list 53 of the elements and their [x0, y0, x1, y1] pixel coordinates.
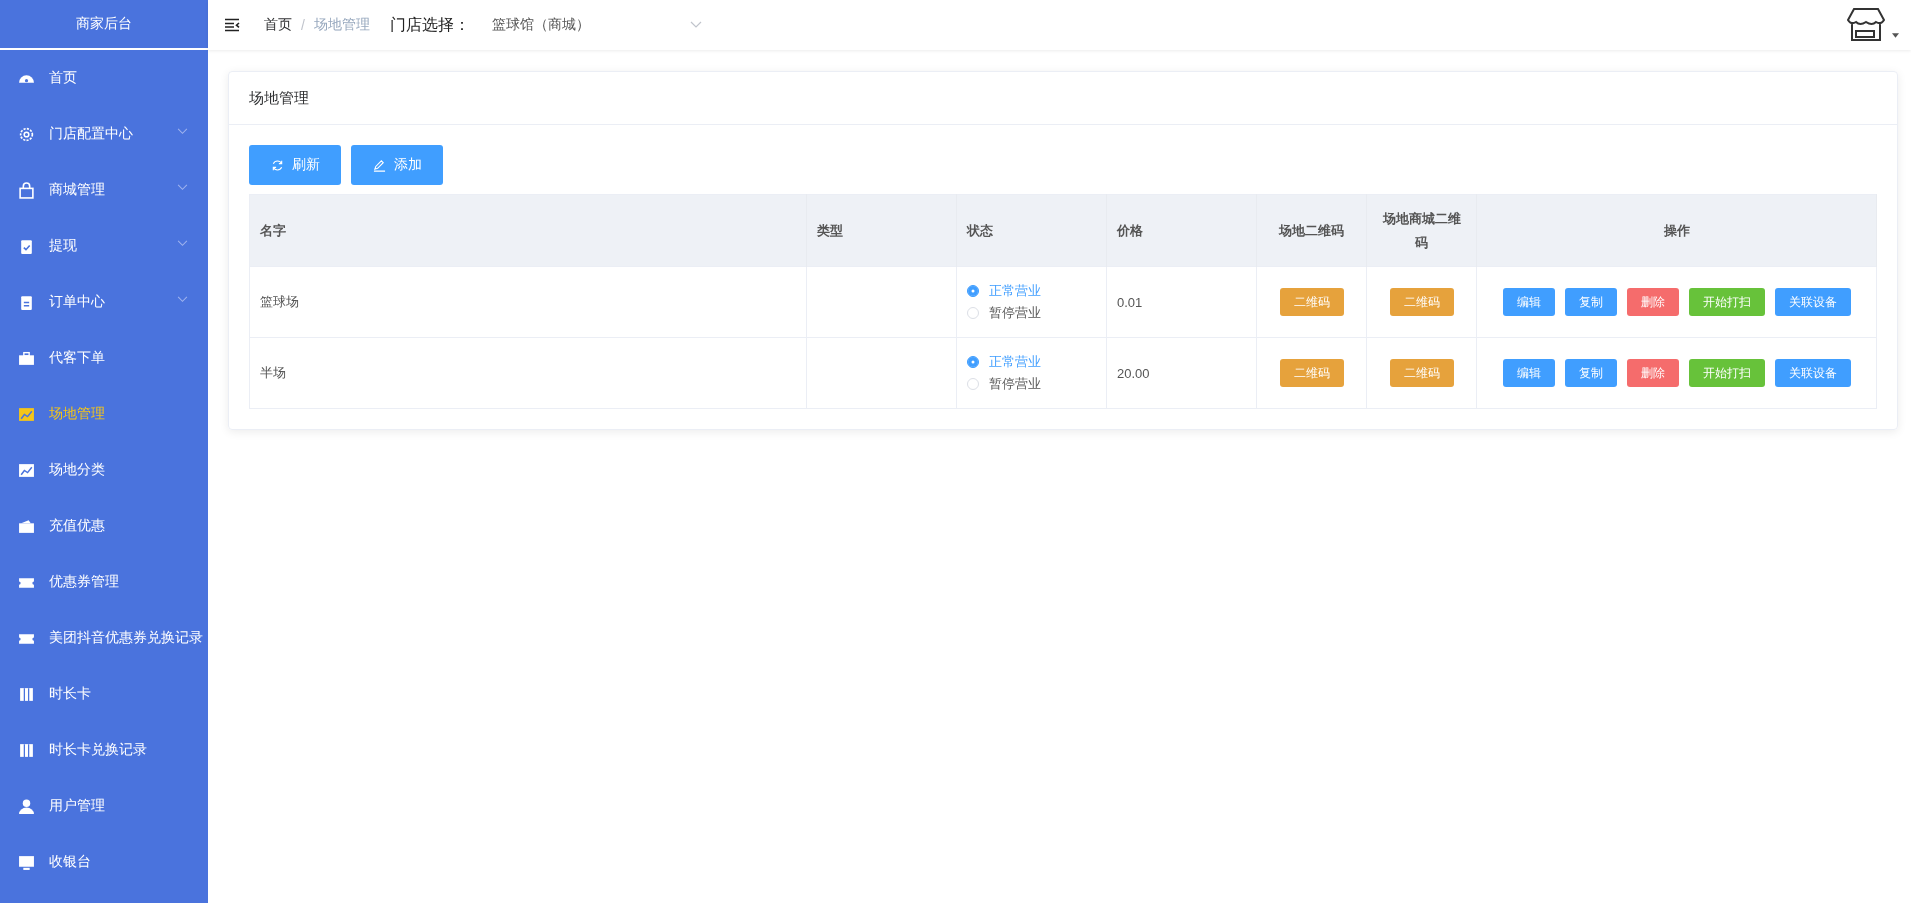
- action-button[interactable]: 复制: [1564, 288, 1617, 316]
- action-button[interactable]: 关联设备: [1774, 288, 1851, 316]
- column-header: 状态: [967, 222, 993, 238]
- sidebar-item[interactable]: 订单中心: [0, 274, 208, 330]
- column-header: 场地商城二维码: [1382, 210, 1461, 250]
- column-header: 名字: [260, 222, 286, 238]
- action-button[interactable]: 编辑: [1502, 359, 1555, 387]
- sidebar-item[interactable]: 提现: [0, 218, 208, 274]
- column-header: 场地二维码: [1279, 222, 1344, 238]
- status-radio[interactable]: 暂停营业: [967, 373, 1096, 395]
- column-header: 类型: [817, 222, 843, 238]
- sidebar-item[interactable]: 商城管理: [0, 162, 208, 218]
- action-button[interactable]: 编辑: [1502, 288, 1555, 316]
- sidebar-item[interactable]: 首页: [0, 50, 208, 106]
- qr-code-button[interactable]: 二维码: [1389, 288, 1454, 316]
- qr-code-button[interactable]: 二维码: [1279, 359, 1344, 387]
- sidebar-item[interactable]: 代客下单: [0, 330, 208, 386]
- store-select[interactable]: 篮球馆（商城）: [491, 16, 702, 34]
- column-header: 价格: [1117, 222, 1143, 238]
- table-cell: 篮球场: [260, 294, 299, 309]
- store-select-label: 门店选择：: [389, 14, 470, 35]
- table-cell: 20.00: [1117, 365, 1150, 381]
- sidebar-item[interactable]: 场地管理: [0, 386, 208, 442]
- table-cell: 半场: [260, 365, 286, 380]
- sidebar-item[interactable]: 优惠券管理: [0, 554, 208, 610]
- sidebar-item[interactable]: 门店配置中心: [0, 106, 208, 162]
- status-radio[interactable]: 正常营业: [967, 280, 1096, 302]
- sidebar-item[interactable]: 充值优惠: [0, 498, 208, 554]
- status-radio[interactable]: 暂停营业: [967, 302, 1096, 324]
- add-button[interactable]: 添加: [351, 145, 443, 185]
- sidebar-item[interactable]: 时长卡兑换记录: [0, 722, 208, 778]
- sidebar-item[interactable]: 时长卡: [0, 666, 208, 722]
- breadcrumb-item: 场地管理: [313, 16, 370, 34]
- action-button[interactable]: 开始打扫: [1688, 359, 1765, 387]
- column-header: 操作: [1663, 222, 1690, 238]
- action-button[interactable]: 复制: [1564, 359, 1617, 387]
- table-cell: 0.01: [1117, 294, 1143, 310]
- refresh-button[interactable]: 刷新: [249, 145, 341, 185]
- card-title: 场地管理: [249, 88, 309, 108]
- sidebar-item[interactable]: 美团抖音优惠券兑换记录: [0, 610, 208, 666]
- qr-code-button[interactable]: 二维码: [1389, 359, 1454, 387]
- action-button[interactable]: 关联设备: [1774, 359, 1851, 387]
- sidebar-item[interactable]: 场地分类: [0, 442, 208, 498]
- action-button[interactable]: 开始打扫: [1688, 288, 1765, 316]
- action-button[interactable]: 删除: [1626, 288, 1679, 316]
- qr-code-button[interactable]: 二维码: [1279, 288, 1344, 316]
- sidebar-item[interactable]: 收银台: [0, 834, 208, 890]
- sidebar-item[interactable]: 用户管理: [0, 778, 208, 834]
- action-button[interactable]: 删除: [1626, 359, 1679, 387]
- breadcrumb-item[interactable]: 首页: [264, 16, 292, 34]
- breadcrumb-separator: /: [301, 17, 305, 33]
- status-radio[interactable]: 正常营业: [967, 351, 1096, 373]
- sidebar-title: 商家后台: [76, 15, 132, 33]
